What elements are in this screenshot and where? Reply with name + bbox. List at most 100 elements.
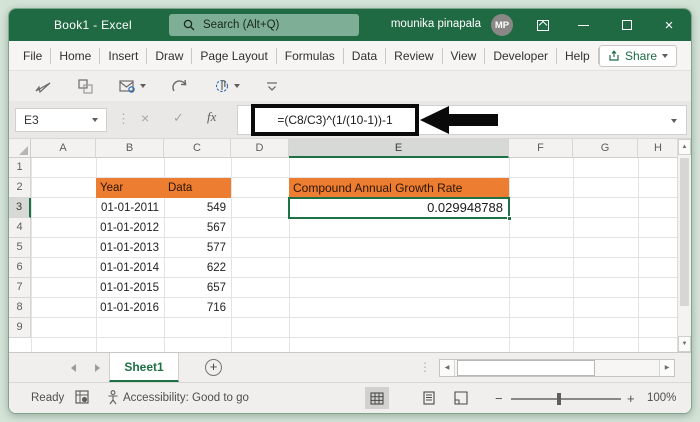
row-header-4[interactable]: 4 xyxy=(9,218,31,238)
scroll-up-icon[interactable]: ▲ xyxy=(678,139,691,155)
minimize-button[interactable] xyxy=(563,9,603,41)
zoom-level[interactable]: 100% xyxy=(647,392,676,404)
cell-b2[interactable]: Year xyxy=(96,178,164,198)
page-break-preview-button[interactable] xyxy=(449,387,473,409)
search-box[interactable]: Search (Alt+Q) xyxy=(169,14,359,36)
cell-c2[interactable]: Data xyxy=(164,178,231,198)
tab-home[interactable]: Home xyxy=(51,48,100,64)
ribbon-tab-bar: File Home Insert Draw Page Layout Formul… xyxy=(9,41,691,71)
name-box-value: E3 xyxy=(24,113,39,127)
fill-handle[interactable] xyxy=(507,216,512,221)
cancel-icon[interactable]: × xyxy=(141,110,149,126)
select-all-corner[interactable] xyxy=(9,139,31,158)
shapes-icon xyxy=(78,79,93,94)
row-header-8[interactable]: 8 xyxy=(9,298,31,318)
new-sheet-button[interactable]: + xyxy=(205,359,222,376)
cell-c3[interactable]: 549 xyxy=(164,198,231,218)
column-header-h[interactable]: H xyxy=(638,139,679,158)
tab-insert[interactable]: Insert xyxy=(100,48,147,64)
close-button[interactable]: × xyxy=(649,9,689,41)
expand-formula-bar-icon[interactable] xyxy=(671,119,677,123)
macro-record-button[interactable] xyxy=(75,390,90,405)
zoom-in-button[interactable]: + xyxy=(627,391,635,406)
zoom-out-button[interactable]: − xyxy=(495,391,503,406)
row-header-2[interactable]: 2 xyxy=(9,178,31,198)
row-header-1[interactable]: 1 xyxy=(9,158,31,178)
sheet-tab-bar: Sheet1 + ⋮ ◀ ▶ xyxy=(9,352,691,382)
avatar[interactable]: MP xyxy=(491,14,513,36)
row-header-5[interactable]: 5 xyxy=(9,238,31,258)
share-button[interactable]: Share xyxy=(599,45,677,67)
share-label: Share xyxy=(625,49,657,63)
mail-preview-button[interactable] xyxy=(119,79,146,93)
cell-c8[interactable]: 716 xyxy=(164,298,231,318)
tab-scrollbar-splitter[interactable]: ⋮ xyxy=(419,360,431,374)
cell-b7[interactable]: 01-01-2015 xyxy=(96,278,164,298)
tab-data[interactable]: Data xyxy=(344,48,386,64)
excel-window: Book1 - Excel Search (Alt+Q) mounika pin… xyxy=(8,8,692,414)
horizontal-scrollbar[interactable]: ◀ ▶ xyxy=(439,359,675,377)
formula-bar-splitter[interactable]: ⋮ xyxy=(117,111,130,127)
column-header-f[interactable]: F xyxy=(509,139,573,158)
mail-preview-icon xyxy=(119,79,136,93)
vertical-scrollbar-thumb[interactable] xyxy=(680,158,689,306)
row-header-6[interactable]: 6 xyxy=(9,258,31,278)
cell-e2[interactable]: Compound Annual Growth Rate xyxy=(289,178,509,198)
tab-review[interactable]: Review xyxy=(386,48,442,64)
vertical-scrollbar[interactable]: ▲ ▼ xyxy=(677,139,691,352)
enter-icon[interactable]: ✓ xyxy=(173,110,184,126)
touch-mode-button[interactable] xyxy=(214,78,240,94)
zoom-slider[interactable] xyxy=(511,398,621,400)
name-box[interactable]: E3 xyxy=(15,108,107,132)
tab-help[interactable]: Help xyxy=(557,48,599,64)
sheet-tab-sheet1[interactable]: Sheet1 xyxy=(109,353,179,382)
scroll-left-icon[interactable]: ◀ xyxy=(440,360,455,376)
insert-function-icon[interactable]: fx xyxy=(207,109,216,125)
row-header-7[interactable]: 7 xyxy=(9,278,31,298)
cell-b4[interactable]: 01-01-2012 xyxy=(96,218,164,238)
tab-page-layout[interactable]: Page Layout xyxy=(192,48,276,64)
column-header-g[interactable]: G xyxy=(573,139,638,158)
status-bar: Ready Accessibility: Good to go xyxy=(9,382,691,413)
row-header-3[interactable]: 3 xyxy=(9,198,31,218)
column-header-b[interactable]: B xyxy=(96,139,164,158)
maximize-button[interactable] xyxy=(607,9,647,41)
redo-button[interactable] xyxy=(172,79,188,93)
tab-view[interactable]: View xyxy=(443,48,486,64)
next-sheet-icon[interactable] xyxy=(95,364,100,372)
cell-b3[interactable]: 01-01-2011 xyxy=(96,198,164,218)
customize-toolbar-button[interactable] xyxy=(266,80,278,92)
annotation-arrow-icon xyxy=(419,104,499,136)
zoom-slider-handle[interactable] xyxy=(557,393,561,405)
ribbon-display-options-button[interactable] xyxy=(523,9,563,41)
normal-view-button[interactable] xyxy=(365,387,389,409)
tab-draw[interactable]: Draw xyxy=(147,48,192,64)
cell-b6[interactable]: 01-01-2014 xyxy=(96,258,164,278)
row-header-9[interactable]: 9 xyxy=(9,318,31,338)
cell-e3-selected[interactable]: 0.029948788 xyxy=(288,197,510,219)
column-header-c[interactable]: C xyxy=(164,139,231,158)
tab-developer[interactable]: Developer xyxy=(485,48,557,64)
previous-sheet-icon[interactable] xyxy=(71,364,76,372)
tab-file[interactable]: File xyxy=(15,48,51,64)
cell-c6[interactable]: 622 xyxy=(164,258,231,278)
column-header-d[interactable]: D xyxy=(231,139,289,158)
accessibility-status[interactable]: Accessibility: Good to go xyxy=(107,390,249,405)
scroll-down-icon[interactable]: ▼ xyxy=(678,336,691,352)
tab-formulas[interactable]: Formulas xyxy=(277,48,344,64)
cell-c5[interactable]: 577 xyxy=(164,238,231,258)
scroll-right-icon[interactable]: ▶ xyxy=(659,360,674,376)
horizontal-scrollbar-thumb[interactable] xyxy=(457,360,595,376)
cell-c7[interactable]: 657 xyxy=(164,278,231,298)
cell-b8[interactable]: 01-01-2016 xyxy=(96,298,164,318)
cell-b5[interactable]: 01-01-2013 xyxy=(96,238,164,258)
column-header-a[interactable]: A xyxy=(31,139,96,158)
page-layout-view-button[interactable] xyxy=(417,387,441,409)
shapes-button[interactable] xyxy=(78,79,93,94)
column-header-e[interactable]: E xyxy=(289,139,509,158)
macro-record-icon xyxy=(75,390,90,405)
title-bar: Book1 - Excel Search (Alt+Q) mounika pin… xyxy=(9,9,691,41)
touch-mode-icon xyxy=(214,78,230,94)
cell-c4[interactable]: 567 xyxy=(164,218,231,238)
send-button[interactable] xyxy=(35,79,52,94)
